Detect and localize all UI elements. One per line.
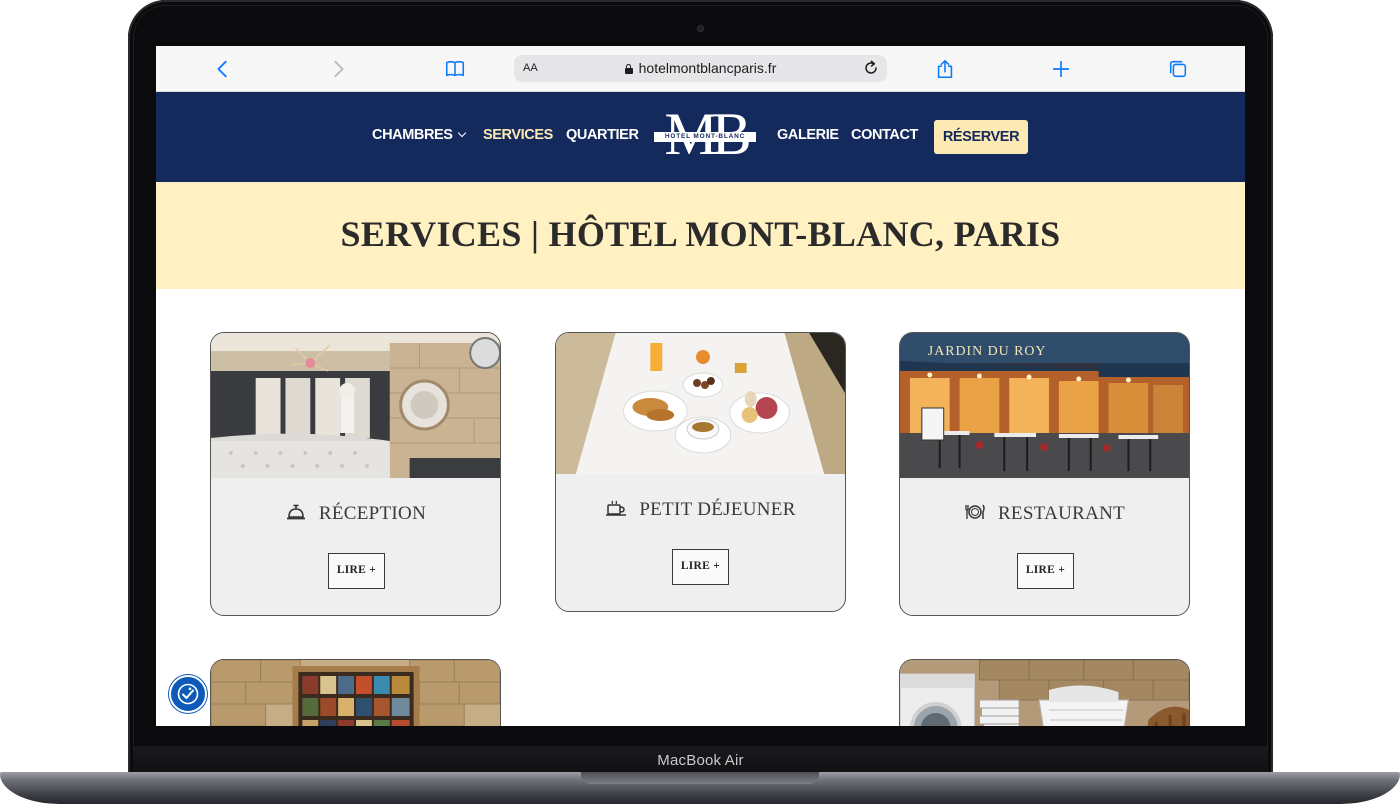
camera — [697, 25, 704, 32]
logo-text: HOTEL MONT-BLANC — [654, 132, 756, 142]
lock-icon — [624, 64, 633, 74]
page-title: SERVICES | HÔTEL MONT-BLANC, PARIS — [340, 214, 1061, 254]
card-title-breakfast: PETIT DÉJEUNER — [556, 499, 845, 521]
nav-quartier[interactable]: QUARTIER — [566, 127, 639, 143]
restaurant-photo: JARDIN DU ROY — [900, 333, 1189, 478]
breakfast-icon — [605, 499, 627, 517]
reception-bell-icon — [285, 503, 307, 521]
service-card-laundry — [899, 659, 1190, 726]
address-bar[interactable]: AA hotelmontblancparis.fr — [514, 55, 887, 82]
nav-contact[interactable]: CONTACT — [851, 127, 918, 143]
reception-photo — [211, 333, 500, 478]
nav-services[interactable]: SERVICES — [483, 127, 553, 143]
tabs-icon[interactable] — [1166, 57, 1190, 81]
accessibility-icon — [177, 683, 199, 705]
read-more-button-restaurant[interactable]: LIRE + — [1017, 553, 1074, 589]
reserve-button[interactable]: RÉSERVER — [934, 120, 1028, 154]
reload-icon[interactable] — [861, 58, 881, 78]
back-icon[interactable] — [211, 57, 235, 81]
share-icon[interactable] — [933, 57, 957, 81]
read-more-button-breakfast[interactable]: LIRE + — [672, 549, 729, 585]
bookmarks-icon[interactable] — [443, 57, 467, 81]
site-header: CHAMBRES SERVICES QUARTIER MB HOTEL MONT… — [156, 92, 1245, 182]
hotel-logo[interactable]: MB HOTEL MONT-BLANC — [652, 101, 758, 170]
nav-galerie[interactable]: GALERIE — [777, 127, 839, 143]
breakfast-photo — [556, 333, 845, 474]
library-photo — [211, 660, 500, 726]
device-label: MacBook Air — [657, 752, 744, 769]
laptop-notch — [581, 772, 819, 784]
nav-chambres[interactable]: CHAMBRES — [372, 127, 466, 143]
accessibility-button[interactable] — [169, 675, 207, 713]
service-card-library — [210, 659, 501, 726]
card-title-reception: RÉCEPTION — [211, 503, 500, 525]
service-card-restaurant: JARDIN DU ROY RESTAURANT LIRE + — [899, 332, 1190, 616]
laundry-photo — [900, 660, 1189, 726]
restaurant-icon — [964, 503, 986, 521]
new-tab-icon[interactable] — [1049, 57, 1073, 81]
browser-toolbar: AA hotelmontblancparis.fr — [156, 46, 1245, 92]
card-title-restaurant: RESTAURANT — [900, 503, 1189, 525]
chevron-down-icon — [457, 128, 466, 138]
read-more-button-reception[interactable]: LIRE + — [328, 553, 385, 589]
svg-text:JARDIN DU ROY: JARDIN DU ROY — [928, 344, 1047, 359]
page-hero: SERVICES | HÔTEL MONT-BLANC, PARIS — [156, 182, 1245, 289]
laptop-chin: MacBook Air — [133, 746, 1268, 774]
service-card-breakfast: PETIT DÉJEUNER LIRE + — [555, 332, 846, 612]
browser-screen: AA hotelmontblancparis.fr CHAMBRES SERVI… — [156, 46, 1245, 726]
forward-icon[interactable] — [326, 57, 350, 81]
url-text: hotelmontblancparis.fr — [638, 60, 777, 76]
service-card-reception: RÉCEPTION LIRE + — [210, 332, 501, 616]
